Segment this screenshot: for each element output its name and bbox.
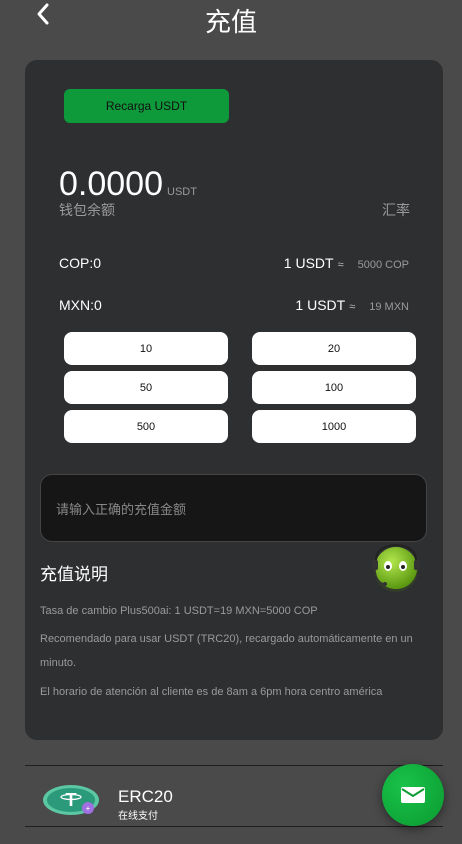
exchange-rate-label: 汇率 [382,203,410,219]
page-title: 充值 [204,8,257,38]
instruction-line: minuto. [40,657,77,669]
recharge-amount-input[interactable]: 请输入正确的充值金额 [40,474,427,542]
amount-option-100[interactable]: 100 [252,371,416,404]
amount-option-50[interactable]: 50 [64,371,228,404]
currency-balance: COP:0 [59,255,102,271]
rate-target: 19 MXN [369,301,409,313]
payment-method-name: ERC20 [118,787,173,806]
header: 充值 [0,0,462,40]
wallet-balance-label: 钱包余额 [59,203,115,219]
recharge-instructions-title: 充值说明 [40,565,108,585]
rate-usdt: 1 USDT [295,297,346,313]
amount-option-20[interactable]: 20 [252,332,416,365]
recarga-usdt-tab[interactable]: Recarga USDT [64,89,229,123]
payment-method-subtitle: 在线支付 [118,811,158,822]
rate-row-cop: COP:0 1 USDT ≈ 5000 COP [59,255,409,275]
rate-value: 1 USDT ≈ 19 MXN [295,297,409,313]
instruction-line: Recomendado para usar USDT (TRC20), reca… [40,633,413,645]
svg-text:+: + [86,804,91,813]
rate-target: 5000 COP [357,259,409,271]
payment-method-erc20[interactable]: T + ERC20 在线支付 [25,765,443,827]
tether-coin-icon: T + [42,783,100,817]
recharge-card: Recarga USDT 0.0000 USDT 钱包余额 汇率 COP:0 1… [25,60,443,740]
rate-usdt: 1 USDT [283,255,334,271]
amount-option-500[interactable]: 500 [64,410,228,443]
rate-row-mxn: MXN:0 1 USDT ≈ 19 MXN [59,297,409,317]
rate-value: 1 USDT ≈ 5000 COP [284,255,409,271]
approx-symbol: ≈ [337,259,344,271]
mail-icon [401,787,425,803]
wallet-balance-unit: USDT [167,186,197,198]
amount-option-10[interactable]: 10 [64,332,228,365]
wallet-balance-value: 0.0000 [59,165,163,203]
customer-support-icon[interactable] [370,538,422,596]
amount-option-1000[interactable]: 1000 [252,410,416,443]
instruction-line: El horario de atención al cliente es de … [40,686,383,698]
approx-symbol: ≈ [349,301,356,313]
currency-balance: MXN:0 [59,297,102,313]
message-fab-button[interactable] [382,764,444,826]
instruction-line: Tasa de cambio Plus500ai: 1 USDT=19 MXN=… [40,605,318,617]
